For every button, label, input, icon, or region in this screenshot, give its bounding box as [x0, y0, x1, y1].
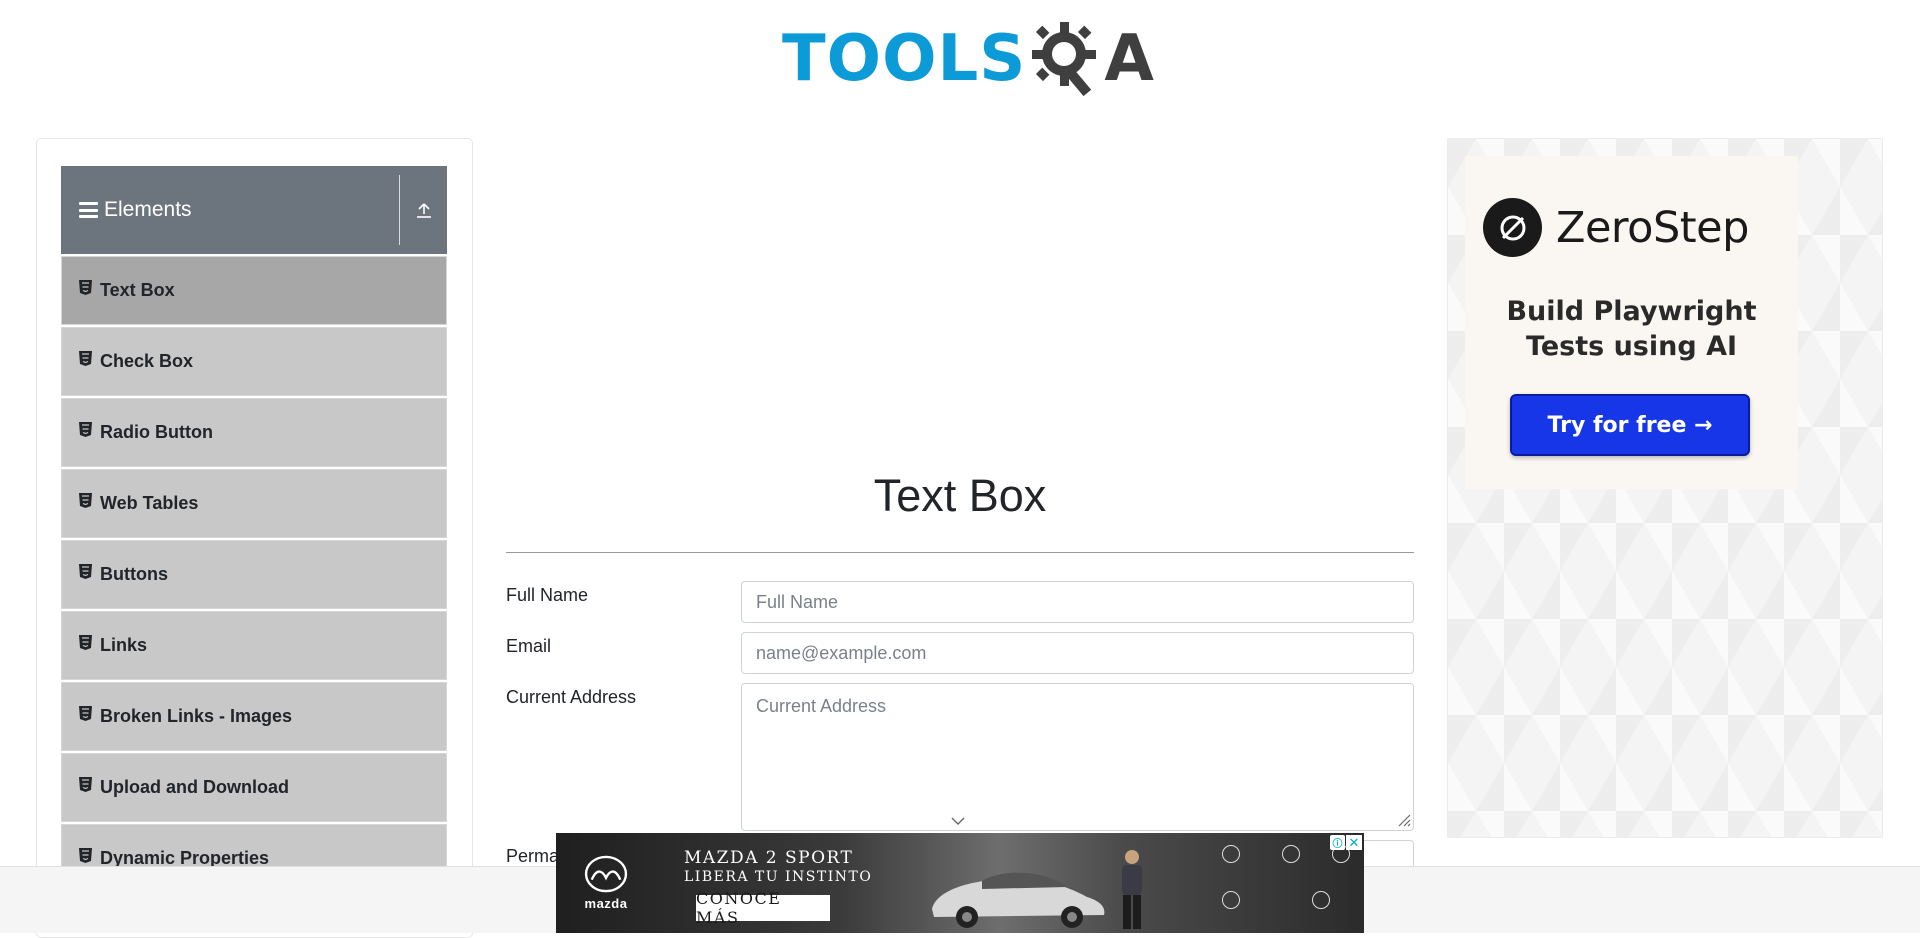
sidebar-item-label: Broken Links - Images	[100, 706, 293, 726]
hamburger-icon	[79, 202, 98, 218]
html5-icon	[79, 280, 92, 295]
mazda-wordmark: mazda	[584, 896, 628, 911]
sidebar-item-radio-button[interactable]: Radio Button	[61, 398, 447, 467]
html5-icon	[79, 635, 92, 650]
person-image	[1122, 850, 1142, 929]
email-input[interactable]	[741, 632, 1414, 674]
html5-icon	[79, 564, 92, 579]
sidebar-item-label: Text Box	[100, 280, 175, 300]
html5-icon	[79, 777, 92, 792]
feature-icon	[1196, 891, 1266, 911]
feature-icon	[1286, 891, 1356, 911]
group-title-label: Elements	[104, 198, 192, 221]
elements-menu-list: Text Box Check Box Radio Button Web Tabl…	[61, 256, 447, 895]
tagline-line-1: Build Playwright	[1506, 296, 1757, 327]
zerostep-brand-name: ZeroStep	[1556, 202, 1749, 253]
html5-icon	[79, 848, 92, 863]
zerostep-ad-card[interactable]: ZeroStep Build Playwright Tests using AI…	[1465, 156, 1798, 489]
site-header: TOOLS A	[0, 0, 1920, 110]
html5-icon	[79, 706, 92, 721]
bottom-banner-ad[interactable]: mazda MAZDA 2 SPORT LIBERA TU INSTINTO C…	[556, 833, 1364, 933]
sidebar-item-broken-links-images[interactable]: Broken Links - Images	[61, 682, 447, 751]
zerostep-tagline: Build Playwright Tests using AI	[1465, 294, 1798, 364]
email-label: Email	[506, 636, 552, 656]
sidebar-item-label: Buttons	[100, 564, 168, 584]
left-nav-panel: Elements Text Box Check Box Radio Button…	[36, 138, 473, 938]
sidebar-item-web-tables[interactable]: Web Tables	[61, 469, 447, 538]
collapse-toggle[interactable]	[400, 166, 447, 254]
resize-grip-icon[interactable]	[1397, 813, 1411, 827]
car-image	[932, 872, 1105, 928]
zerostep-mark-icon	[1483, 198, 1542, 257]
html5-icon	[79, 351, 92, 366]
logo-tools-text: TOOLS	[782, 22, 1027, 96]
sidebar-item-label: Upload and Download	[100, 777, 289, 797]
ad-headline-line-1: MAZDA 2 SPORT	[684, 848, 854, 868]
ad-info-icon[interactable]: ⓘ	[1330, 835, 1345, 850]
tagline-line-2: Tests using AI	[1525, 331, 1738, 363]
elements-group-title[interactable]: Elements	[61, 166, 399, 254]
ad-headline: MAZDA 2 SPORT LIBERA TU INSTINTO	[684, 848, 873, 885]
sidebar-item-links[interactable]: Links	[61, 611, 447, 680]
sidebar-item-text-box[interactable]: Text Box	[61, 256, 447, 325]
upload-arrow-icon	[416, 203, 431, 218]
conoce-mas-button[interactable]: CONOCE MÁS	[696, 889, 830, 927]
ad-close-icon[interactable]: ✕	[1346, 835, 1362, 850]
current-address-label: Current Address	[506, 687, 637, 707]
sidebar-item-label: Web Tables	[100, 493, 199, 513]
html5-icon	[79, 493, 92, 508]
chevron-down-icon	[951, 817, 965, 825]
logo-qa-text: A	[1104, 22, 1154, 96]
permanent-address-label: Perma	[506, 846, 560, 866]
mazda-emblem-icon	[584, 855, 628, 893]
page-title: Text Box	[873, 470, 1047, 521]
full-name-input[interactable]	[741, 581, 1414, 623]
elements-group-header[interactable]: Elements	[61, 166, 447, 254]
sidebar-item-label: Check Box	[100, 351, 194, 371]
zerostep-logo: ZeroStep	[1483, 198, 1749, 257]
html5-icon	[79, 422, 92, 437]
title-divider	[506, 552, 1414, 553]
toolsqa-logo[interactable]: TOOLS A	[782, 14, 1154, 104]
mazda-logo: mazda	[578, 855, 634, 911]
ad-feature-icons	[1196, 841, 1356, 931]
ad-headline-line-2: LIBERA TU INSTINTO	[684, 868, 873, 885]
full-name-label: Full Name	[506, 585, 589, 605]
try-for-free-button[interactable]: Try for free →	[1510, 394, 1750, 456]
sidebar-item-label: Radio Button	[100, 422, 213, 442]
current-address-textarea[interactable]	[741, 683, 1414, 831]
gear-magnifier-icon	[1032, 22, 1097, 97]
sidebar-item-label: Links	[100, 635, 148, 655]
sidebar-item-upload-and-download[interactable]: Upload and Download	[61, 753, 447, 822]
sidebar-item-check-box[interactable]: Check Box	[61, 327, 447, 396]
sidebar-advertisement[interactable]: ZeroStep Build Playwright Tests using AI…	[1447, 138, 1883, 838]
sidebar-item-buttons[interactable]: Buttons	[61, 540, 447, 609]
